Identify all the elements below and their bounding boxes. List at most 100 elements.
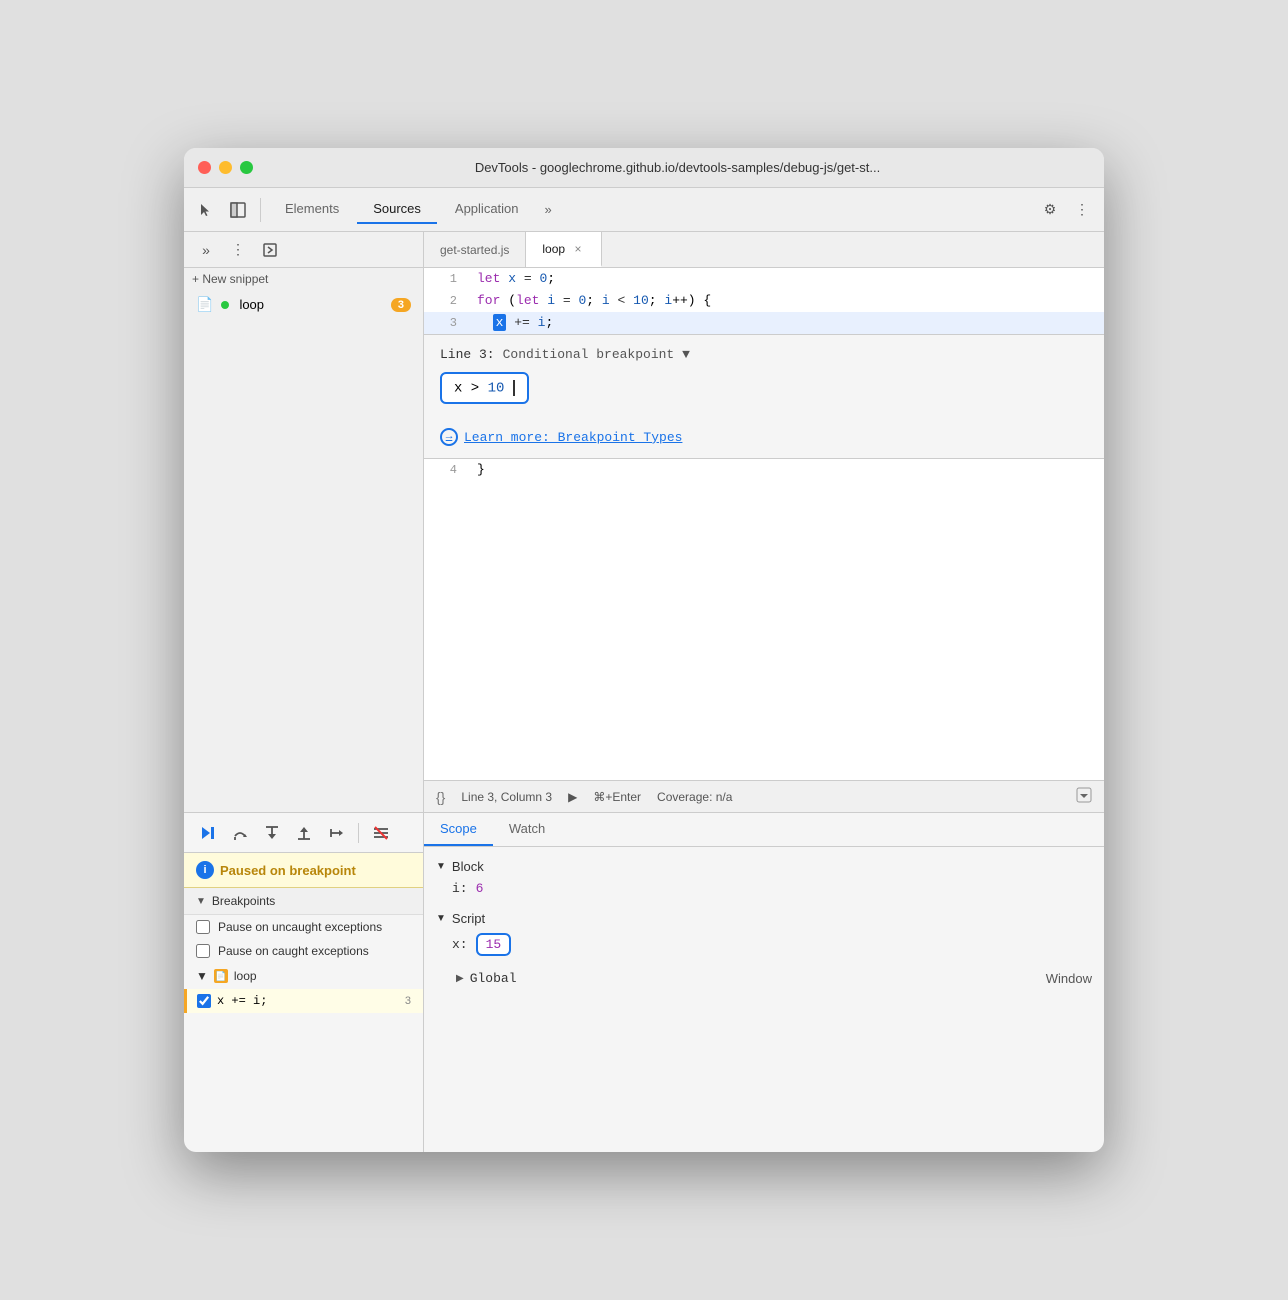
- sidebar-menu-icon[interactable]: ⋮: [224, 236, 252, 264]
- pause-uncaught-item: Pause on uncaught exceptions: [184, 915, 423, 939]
- sidebar-more-icon[interactable]: »: [192, 236, 220, 264]
- dock-icon[interactable]: [224, 196, 252, 224]
- code-line-1: 1 let x = 0;: [424, 268, 1104, 290]
- bp-dropdown-arrow[interactable]: ▼: [682, 347, 690, 362]
- sidebar: » ⋮ + New snippet 📄 loop 3: [184, 232, 424, 812]
- toolbar-divider-1: [260, 198, 261, 222]
- step-into-button[interactable]: [260, 821, 284, 845]
- minimize-button[interactable]: [219, 161, 232, 174]
- tab-sources[interactable]: Sources: [357, 195, 437, 224]
- shortcut-label: ⌘+Enter: [593, 790, 641, 804]
- sidebar-back-icon[interactable]: [256, 236, 284, 264]
- scope-tabs: Scope Watch: [424, 813, 1104, 847]
- debug-divider: [358, 823, 359, 843]
- code-line-4: 4 }: [424, 459, 1104, 481]
- x-value-box: 15: [476, 933, 512, 956]
- file-tab-label: get-started.js: [440, 243, 509, 257]
- scope-block-section: ▼ Block i: 6: [424, 855, 1104, 899]
- learn-more-icon: →: [440, 428, 458, 446]
- breakpoint-checkbox[interactable]: [197, 994, 211, 1008]
- main-toolbar: Elements Sources Application » ⚙ ⋮: [184, 188, 1104, 232]
- bp-line-label: Line 3:: [440, 347, 495, 362]
- new-snippet-label: + New snippet: [192, 272, 268, 286]
- scope-block-header[interactable]: ▼ Block: [424, 855, 1104, 878]
- file-tabs: get-started.js loop ×: [424, 232, 1104, 268]
- tab-application[interactable]: Application: [439, 195, 535, 224]
- step-button[interactable]: [324, 821, 348, 845]
- block-label: Block: [452, 859, 484, 874]
- loop-triangle[interactable]: ▼: [196, 969, 208, 983]
- var-val-i: 6: [476, 881, 484, 896]
- devtools-window: DevTools - googlechrome.github.io/devtoo…: [184, 148, 1104, 1152]
- cursor-caret: [513, 380, 515, 396]
- code-editor[interactable]: 1 let x = 0; 2 for (let i = 0; i < 10; i…: [424, 268, 1104, 780]
- pause-caught-label: Pause on caught exceptions: [218, 944, 369, 958]
- tab-navigation: Elements Sources Application »: [269, 195, 1032, 224]
- code-line-2: 2 for (let i = 0; i < 10; i++) {: [424, 290, 1104, 312]
- pause-uncaught-checkbox[interactable]: [196, 920, 210, 934]
- traffic-lights: [198, 161, 253, 174]
- info-icon: i: [196, 861, 214, 879]
- tab-watch[interactable]: Watch: [493, 813, 561, 846]
- breakpoints-section-header[interactable]: ▼ Breakpoints: [184, 888, 423, 915]
- titlebar: DevTools - googlechrome.github.io/devtoo…: [184, 148, 1104, 188]
- learn-more-label: Learn more: Breakpoint Types: [464, 430, 682, 445]
- scope-var-x: x: 15: [424, 930, 1104, 959]
- close-tab-button[interactable]: ×: [571, 242, 585, 256]
- block-triangle: ▼: [436, 861, 446, 872]
- pretty-print-icon[interactable]: {}: [436, 789, 445, 805]
- tab-scope[interactable]: Scope: [424, 813, 493, 846]
- code-line-3: 3 x += i;: [424, 312, 1104, 334]
- coverage-label: Coverage: n/a: [657, 790, 732, 804]
- new-snippet-button[interactable]: + New snippet: [184, 268, 423, 290]
- cursor-position: Line 3, Column 3: [461, 790, 552, 804]
- pause-caught-checkbox[interactable]: [196, 944, 210, 958]
- content-area: » ⋮ + New snippet 📄 loop 3: [184, 232, 1104, 812]
- scope-script-header[interactable]: ▼ Script: [424, 907, 1104, 930]
- global-label: Global: [470, 971, 517, 986]
- settings-icon[interactable]: ⚙: [1036, 196, 1064, 224]
- debug-panel: i Paused on breakpoint ▼ Breakpoints Pau…: [184, 813, 424, 1152]
- line-content-4: }: [469, 459, 1104, 481]
- var-val-x: 15: [486, 937, 502, 952]
- bottom-panel: i Paused on breakpoint ▼ Breakpoints Pau…: [184, 812, 1104, 1152]
- step-out-button[interactable]: [292, 821, 316, 845]
- scope-panel: Scope Watch ▼ Block i: 6: [424, 813, 1104, 1152]
- green-dot: [221, 301, 229, 309]
- resume-button[interactable]: [196, 821, 220, 845]
- toolbar-right: ⚙ ⋮: [1036, 196, 1096, 224]
- tab-elements[interactable]: Elements: [269, 195, 355, 224]
- sidebar-item-loop[interactable]: 📄 loop 3: [184, 290, 423, 319]
- coverage-dropdown-icon[interactable]: [1076, 787, 1092, 806]
- file-tab-get-started[interactable]: get-started.js: [424, 232, 526, 267]
- bp-condition-input-box: x > 10: [440, 372, 529, 404]
- script-triangle: ▼: [436, 913, 446, 924]
- line-number-1: 1: [424, 268, 469, 290]
- maximize-button[interactable]: [240, 161, 253, 174]
- file-tab-loop-label: loop: [542, 242, 565, 256]
- breakpoint-badge: 3: [391, 298, 411, 312]
- run-icon[interactable]: ▶: [568, 790, 577, 804]
- var-name-i: i:: [452, 881, 468, 896]
- more-options-icon[interactable]: ⋮: [1068, 196, 1096, 224]
- close-button[interactable]: [198, 161, 211, 174]
- bp-condition-text: x > 10: [454, 380, 504, 396]
- global-triangle[interactable]: ▶: [456, 973, 464, 984]
- file-tab-loop[interactable]: loop ×: [526, 232, 602, 267]
- window-title: DevTools - googlechrome.github.io/devtoo…: [265, 160, 1090, 175]
- line-number-4: 4: [424, 459, 469, 481]
- deactivate-breakpoints-button[interactable]: [369, 821, 393, 845]
- step-over-button[interactable]: [228, 821, 252, 845]
- scope-global-row: ▶ Global Window: [424, 967, 1104, 990]
- line-content-2: for (let i = 0; i < 10; i++) {: [469, 290, 1104, 312]
- line-content-1: let x = 0;: [469, 268, 1104, 290]
- more-tabs-button[interactable]: »: [537, 196, 560, 223]
- breakpoint-code: x += i;: [217, 994, 399, 1008]
- scope-global-section: ▶ Global Window: [424, 967, 1104, 990]
- bp-condition-num: 10: [488, 380, 505, 396]
- line-number-2: 2: [424, 290, 469, 312]
- learn-more-link[interactable]: → Learn more: Breakpoint Types: [440, 428, 1088, 446]
- debug-toolbar: [184, 813, 423, 853]
- cursor-icon[interactable]: [192, 196, 220, 224]
- scope-content: ▼ Block i: 6 ▼ Script x:: [424, 847, 1104, 1006]
